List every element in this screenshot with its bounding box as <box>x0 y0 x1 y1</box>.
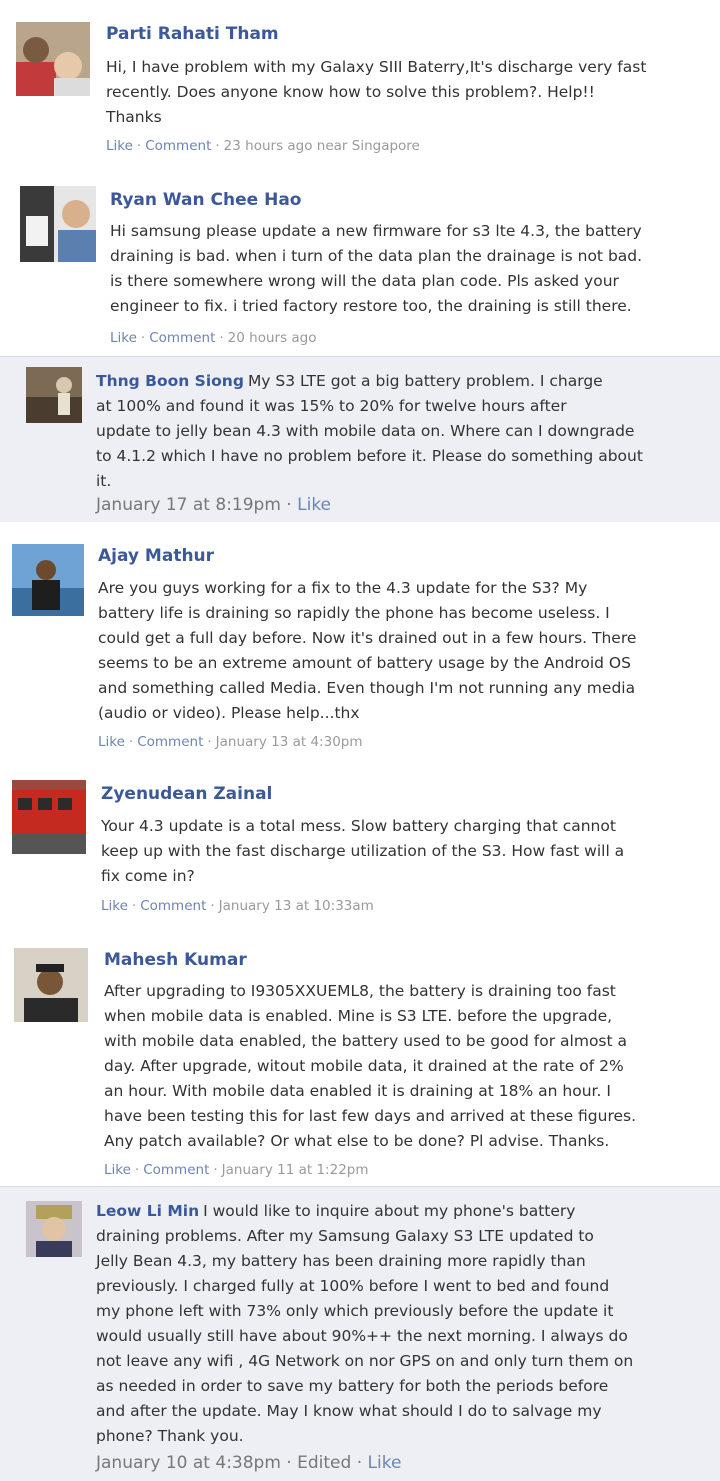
avatar[interactable] <box>14 948 88 1022</box>
comment-meta: January 10 at 4:38pm · Edited · Like <box>96 1453 402 1473</box>
comment-meta: Like · Comment · January 11 at 1:22pm <box>104 1162 369 1178</box>
comment-meta: Like · Comment · 20 hours ago <box>110 330 317 346</box>
avatar[interactable] <box>20 186 96 262</box>
timestamp[interactable]: January 11 at 1:22pm <box>222 1162 369 1178</box>
edited-label[interactable]: Edited <box>297 1453 351 1473</box>
like-link[interactable]: Like <box>101 898 128 914</box>
like-link[interactable]: Like <box>110 330 137 346</box>
author-name[interactable]: Ajay Mathur <box>98 546 214 566</box>
author-name[interactable]: Zyenudean Zainal <box>101 784 272 804</box>
like-link[interactable]: Like <box>106 138 133 154</box>
comment-item: Parti Rahati Tham Hi, I have problem wit… <box>0 0 720 170</box>
like-link[interactable]: Like <box>98 734 125 750</box>
comment-item: Zyenudean Zainal Your 4.3 update is a to… <box>0 762 720 930</box>
avatar[interactable] <box>26 367 82 423</box>
comment-meta: January 17 at 8:19pm · Like <box>96 495 332 515</box>
timestamp[interactable]: January 13 at 10:33am <box>219 898 374 914</box>
like-link[interactable]: Like <box>297 495 331 515</box>
comment-item: Thng Boon Siong My S3 LTE got a big batte… <box>0 357 720 522</box>
comment-link[interactable]: Comment <box>140 898 206 914</box>
avatar[interactable] <box>26 1201 82 1257</box>
comment-text: Are you guys working for a fix to the 4.… <box>98 579 637 722</box>
comment-item: Ryan Wan Chee Hao Hi samsung please upda… <box>0 170 720 356</box>
author-name[interactable]: Mahesh Kumar <box>104 950 247 970</box>
comment-item: Leow Li Min I would like to inquire about… <box>0 1187 720 1481</box>
timestamp[interactable]: 23 hours ago near Singapore <box>224 138 420 154</box>
comment-text: Hi, I have problem with my Galaxy SIII B… <box>106 58 647 126</box>
comment-item: Ajay Mathur Are you guys working for a f… <box>0 522 720 762</box>
author-name[interactable]: Ryan Wan Chee Hao <box>110 190 301 210</box>
timestamp[interactable]: January 17 at 8:19pm <box>96 495 281 515</box>
avatar[interactable] <box>12 780 86 854</box>
comment-meta: Like · Comment · January 13 at 10:33am <box>101 898 374 914</box>
comment-text: Leow Li Min I would like to inquire about… <box>96 1202 634 1445</box>
timestamp[interactable]: 20 hours ago <box>228 330 317 346</box>
author-name[interactable]: Parti Rahati Tham <box>106 24 279 44</box>
timestamp[interactable]: January 13 at 4:30pm <box>216 734 363 750</box>
comment-link[interactable]: Comment <box>145 138 211 154</box>
avatar[interactable] <box>16 22 90 96</box>
comment-item: Mahesh Kumar After upgrading to I9305XXU… <box>0 930 720 1186</box>
like-link[interactable]: Like <box>368 1453 402 1473</box>
comment-text: After upgrading to I9305XXUEML8, the bat… <box>104 982 637 1150</box>
author-name[interactable]: Thng Boon Siong <box>96 372 244 390</box>
comment-link[interactable]: Comment <box>137 734 203 750</box>
comment-text: Thng Boon Siong My S3 LTE got a big batte… <box>96 372 643 490</box>
avatar[interactable] <box>12 544 84 616</box>
comment-meta: Like · Comment · January 13 at 4:30pm <box>98 734 363 750</box>
comment-meta: Like · Comment · 23 hours ago near Singapore <box>106 138 420 154</box>
author-name[interactable]: Leow Li Min <box>96 1202 199 1220</box>
comment-link[interactable]: Comment <box>143 1162 209 1178</box>
comment-text: Hi samsung please update a new firmware … <box>110 222 643 315</box>
timestamp[interactable]: January 10 at 4:38pm <box>96 1453 281 1473</box>
comment-text: Your 4.3 update is a total mess. Slow ba… <box>101 817 625 885</box>
like-link[interactable]: Like <box>104 1162 131 1178</box>
comment-link[interactable]: Comment <box>149 330 215 346</box>
